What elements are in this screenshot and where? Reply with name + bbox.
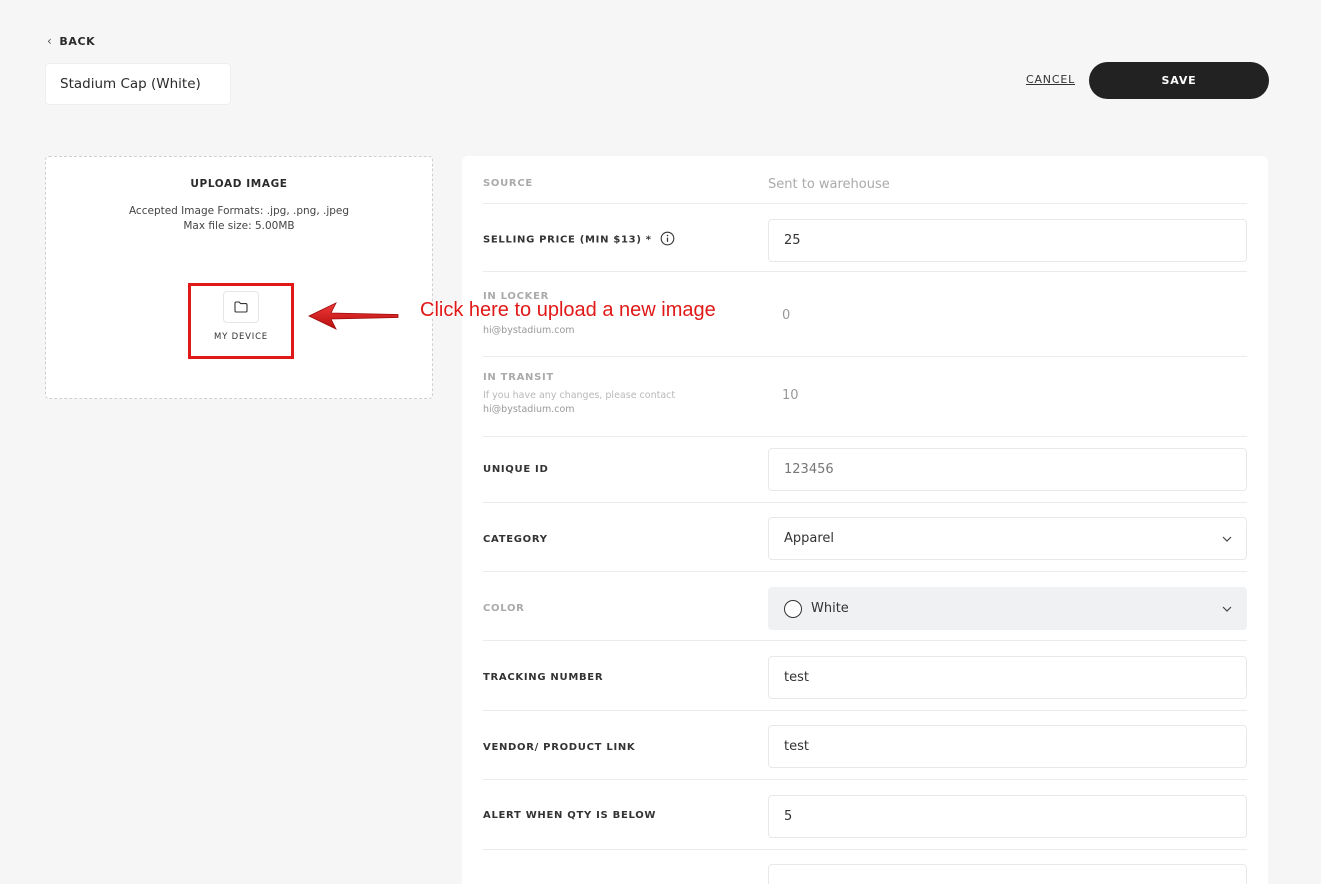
- selling-price-row: SELLING PRICE (MIN $13) * 25: [483, 204, 1247, 272]
- upload-image-panel: UPLOAD IMAGE Accepted Image Formats: .jp…: [45, 156, 433, 399]
- info-icon[interactable]: [660, 231, 675, 246]
- in-locker-contact: hi@bystadium.com: [483, 324, 575, 338]
- alert-qty-label: ALERT WHEN QTY IS BELOW: [483, 810, 657, 821]
- category-label: CATEGORY: [483, 534, 548, 545]
- source-label: SOURCE: [483, 178, 533, 189]
- unique-id-label: UNIQUE ID: [483, 464, 549, 475]
- save-button[interactable]: SAVE: [1089, 62, 1269, 99]
- tracking-number-value: test: [784, 670, 809, 685]
- category-select[interactable]: Apparel: [768, 517, 1247, 560]
- color-swatch: [784, 599, 802, 618]
- back-link[interactable]: ‹ BACK: [47, 34, 95, 48]
- color-value: White: [811, 601, 849, 616]
- unique-id-input[interactable]: 123456: [768, 448, 1247, 491]
- color-row: COLOR White: [483, 572, 1247, 641]
- annotation-text: Click here to upload a new image: [420, 299, 716, 321]
- my-device-label: MY DEVICE: [214, 332, 268, 342]
- product-details-form: SOURCE Sent to warehouse SELLING PRICE (…: [462, 156, 1268, 884]
- my-device-upload-button[interactable]: MY DEVICE: [188, 283, 294, 359]
- in-transit-row: IN TRANSIT If you have any changes, plea…: [483, 357, 1247, 437]
- max-file-size-text: Max file size: 5.00MB: [183, 220, 295, 232]
- category-value: Apparel: [784, 531, 835, 546]
- chevron-down-icon: [1222, 606, 1232, 612]
- unique-id-value: 123456: [784, 462, 834, 477]
- alert-qty-row: ALERT WHEN QTY IS BELOW 5: [483, 780, 1247, 850]
- tracking-number-input[interactable]: test: [768, 656, 1247, 699]
- category-row: CATEGORY Apparel: [483, 503, 1247, 572]
- chevron-left-icon: ‹: [47, 34, 53, 48]
- back-label: BACK: [59, 34, 96, 48]
- vendor-link-label: VENDOR/ PRODUCT LINK: [483, 742, 636, 753]
- folder-icon: [234, 301, 248, 313]
- cancel-button[interactable]: CANCEL: [1026, 73, 1075, 86]
- selling-price-label: SELLING PRICE (MIN $13) *: [483, 231, 675, 246]
- vendor-link-row: VENDOR/ PRODUCT LINK test: [483, 711, 1247, 780]
- unique-id-row: UNIQUE ID 123456: [483, 437, 1247, 503]
- vendor-link-input[interactable]: test: [768, 725, 1247, 768]
- in-transit-email: hi@bystadium.com: [483, 404, 575, 415]
- chevron-down-icon: [1222, 536, 1232, 542]
- source-value: Sent to warehouse: [768, 177, 890, 192]
- vendor-link-value: test: [784, 739, 809, 754]
- in-transit-value: 10: [782, 388, 799, 403]
- next-field-input[interactable]: [768, 864, 1247, 884]
- source-row: SOURCE Sent to warehouse: [483, 156, 1247, 204]
- in-transit-label: IN TRANSIT: [483, 372, 554, 383]
- alert-qty-value: 5: [784, 809, 793, 824]
- accepted-formats-text: Accepted Image Formats: .jpg, .png, .jpe…: [128, 205, 350, 217]
- product-name-input[interactable]: Stadium Cap (White): [45, 63, 231, 105]
- folder-button[interactable]: [223, 291, 259, 323]
- upload-title: UPLOAD IMAGE: [190, 178, 288, 190]
- in-locker-email: hi@bystadium.com: [483, 325, 575, 336]
- tracking-number-row: TRACKING NUMBER test: [483, 641, 1247, 711]
- color-select[interactable]: White: [768, 587, 1247, 630]
- selling-price-label-text: SELLING PRICE (MIN $13) *: [483, 234, 652, 246]
- tracking-number-label: TRACKING NUMBER: [483, 672, 604, 683]
- in-transit-contact-text: If you have any changes, please contact: [483, 390, 676, 401]
- in-transit-contact: If you have any changes, please contact …: [483, 389, 675, 417]
- annotation-arrow: [308, 302, 399, 330]
- selling-price-input[interactable]: 25: [768, 219, 1247, 262]
- product-name-value: Stadium Cap (White): [60, 76, 201, 92]
- selling-price-value: 25: [784, 233, 801, 248]
- alert-qty-input[interactable]: 5: [768, 795, 1247, 838]
- in-locker-value: 0: [782, 308, 791, 323]
- color-label: COLOR: [483, 603, 525, 614]
